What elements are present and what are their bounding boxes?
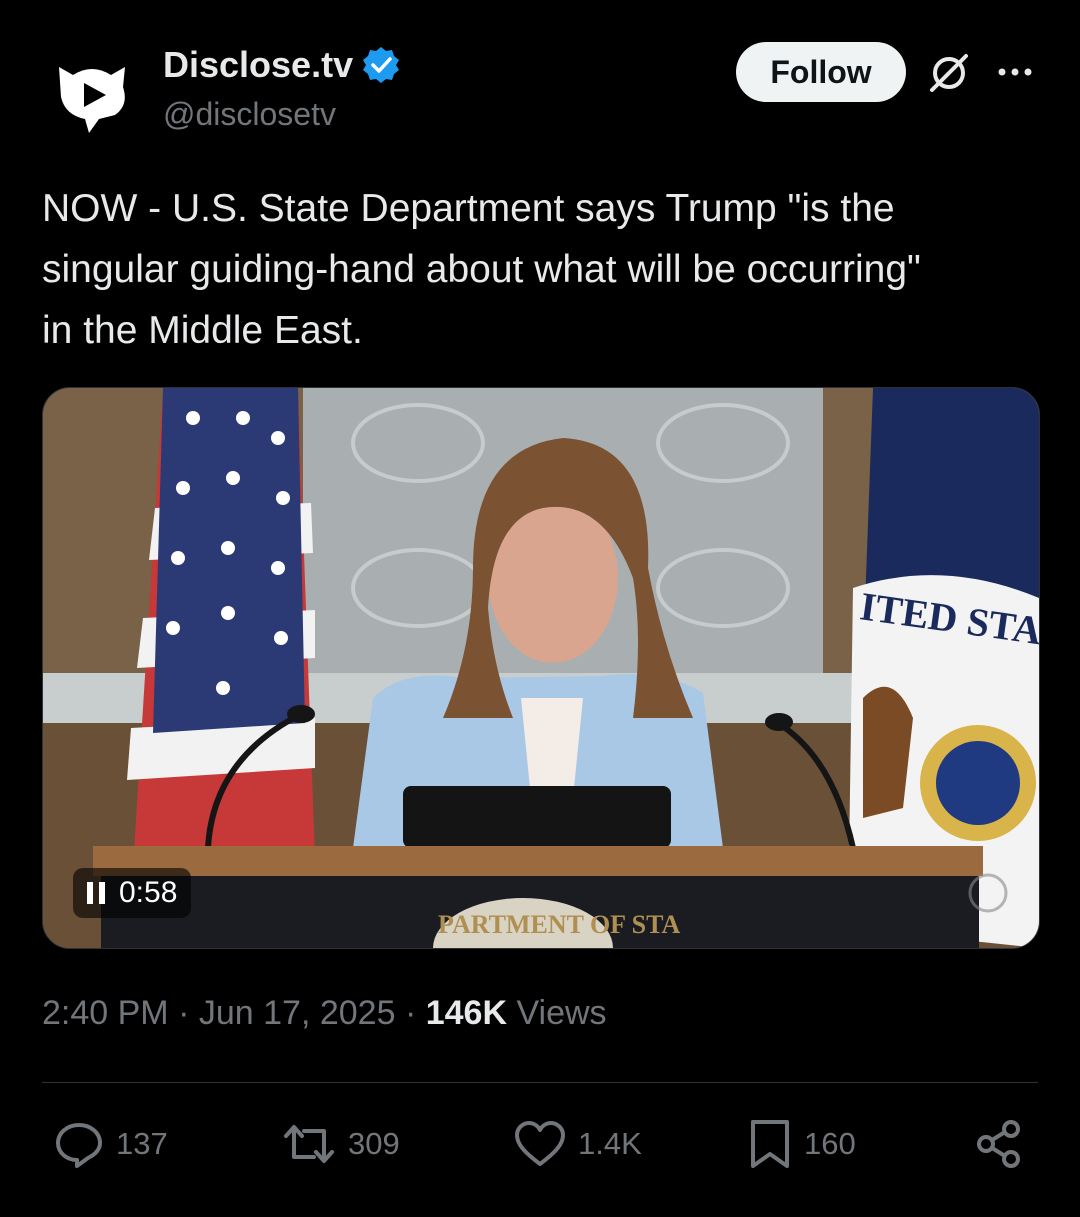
verified-badge-icon bbox=[363, 47, 400, 83]
reply-button[interactable]: 137 bbox=[54, 1118, 168, 1170]
share-button[interactable] bbox=[974, 1118, 1024, 1170]
bookmark-icon bbox=[751, 1120, 789, 1168]
reply-icon bbox=[56, 1123, 102, 1168]
tweet-date[interactable]: Jun 17, 2025 bbox=[199, 994, 396, 1032]
views-count: 146K bbox=[425, 994, 507, 1032]
divider bbox=[42, 1082, 1038, 1083]
views-label: Views bbox=[516, 994, 607, 1032]
meta-separator: · bbox=[178, 994, 190, 1032]
bookmark-button[interactable]: 160 bbox=[748, 1118, 856, 1170]
video-timestamp: 0:58 bbox=[119, 876, 178, 909]
tweet-text: NOW - U.S. State Department says Trump "… bbox=[42, 187, 921, 352]
heart-icon bbox=[515, 1121, 565, 1166]
tweet-meta: 2:40 PM · Jun 17, 2025 · 146K Views bbox=[42, 994, 607, 1033]
share-icon bbox=[977, 1120, 1020, 1168]
reply-count: 137 bbox=[116, 1126, 168, 1161]
avatar[interactable] bbox=[48, 50, 136, 138]
video-frame: ITED STAT PARTMENT OF STA bbox=[43, 388, 1039, 948]
like-count: 1.4K bbox=[578, 1126, 642, 1161]
display-name[interactable]: Disclose.tv bbox=[163, 44, 401, 86]
display-name-text: Disclose.tv bbox=[163, 44, 354, 85]
grok-icon[interactable] bbox=[926, 50, 972, 96]
meta-separator: · bbox=[404, 994, 417, 1032]
follow-button[interactable]: Follow bbox=[736, 42, 906, 102]
podium-seal-text: PARTMENT OF STA bbox=[438, 910, 680, 939]
play-speech-bubble-icon bbox=[59, 67, 125, 133]
repost-icon bbox=[284, 1125, 334, 1163]
bookmark-count: 160 bbox=[804, 1126, 856, 1161]
tweet-time[interactable]: 2:40 PM bbox=[42, 994, 169, 1032]
video-player[interactable]: ITED STAT PARTMENT OF STA 0:58 bbox=[42, 387, 1040, 949]
video-timer[interactable]: 0:58 bbox=[73, 868, 192, 918]
like-button[interactable]: 1.4K bbox=[514, 1118, 642, 1170]
repost-button[interactable]: 309 bbox=[282, 1118, 400, 1170]
handle[interactable]: @disclosetv bbox=[163, 96, 336, 133]
repost-count: 309 bbox=[348, 1126, 400, 1161]
more-dots-icon[interactable] bbox=[994, 56, 1036, 88]
pause-icon[interactable] bbox=[87, 882, 105, 904]
